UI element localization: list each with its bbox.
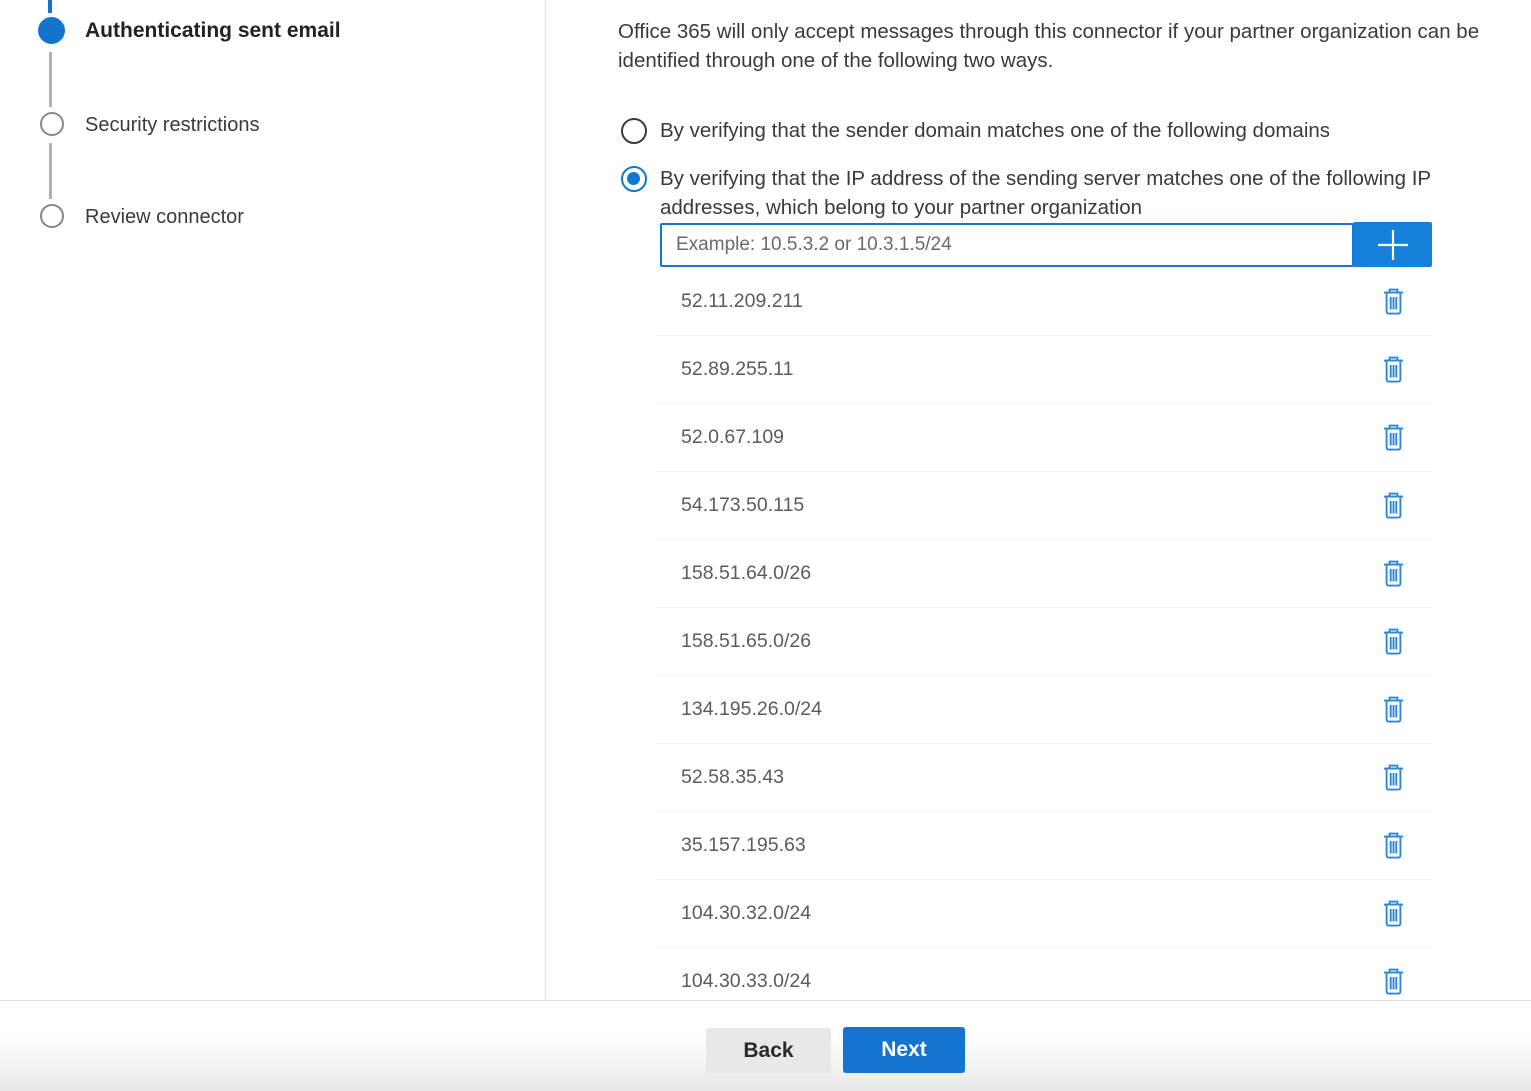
ip-address-input[interactable] (660, 223, 1354, 267)
ip-list-item: 158.51.65.0/26 (656, 608, 1432, 676)
trash-icon (1381, 287, 1406, 316)
delete-ip-button[interactable] (1378, 626, 1408, 658)
ip-address-value: 158.51.65.0/26 (681, 630, 811, 653)
page-description: Office 365 will only accept messages thr… (618, 17, 1530, 75)
delete-ip-button[interactable] (1378, 762, 1408, 794)
stepper-connector-line (49, 52, 52, 107)
trash-icon (1381, 831, 1406, 860)
ip-address-value: 52.11.209.211 (681, 290, 803, 313)
radio-option-label: By verifying that the sender domain matc… (660, 116, 1476, 145)
delete-ip-button[interactable] (1378, 898, 1408, 930)
next-button[interactable]: Next (843, 1027, 965, 1073)
step-upcoming-circle-icon (40, 112, 64, 136)
wizard-stepper-sidebar: Authenticating sent email Security restr… (0, 0, 546, 1000)
ip-address-value: 52.89.255.11 (681, 358, 793, 381)
delete-ip-button[interactable] (1378, 354, 1408, 386)
ip-address-value: 54.173.50.115 (681, 494, 804, 517)
ip-address-list: 52.11.209.211 (656, 268, 1432, 1000)
delete-ip-button[interactable] (1378, 966, 1408, 998)
main-content: Office 365 will only accept messages thr… (547, 0, 1531, 1000)
trash-icon (1381, 695, 1406, 724)
delete-ip-button[interactable] (1378, 558, 1408, 590)
ip-address-value: 104.30.32.0/24 (681, 902, 811, 925)
back-button[interactable]: Back (706, 1028, 831, 1073)
step-authenticating-sent-email[interactable]: Authenticating sent email (85, 18, 341, 44)
ip-list-item: 104.30.33.0/24 (656, 948, 1432, 1000)
ip-address-value: 52.0.67.109 (681, 426, 784, 449)
ip-list-item: 104.30.32.0/24 (656, 880, 1432, 948)
ip-list-item: 52.0.67.109 (656, 404, 1432, 472)
trash-icon (1381, 559, 1406, 588)
radio-option-sender-domain[interactable]: By verifying that the sender domain matc… (618, 116, 1476, 145)
ip-list-item: 52.89.255.11 (656, 336, 1432, 404)
trash-icon (1381, 423, 1406, 452)
ip-list-item: 52.58.35.43 (656, 744, 1432, 812)
delete-ip-button[interactable] (1378, 830, 1408, 862)
ip-address-value: 52.58.35.43 (681, 766, 784, 789)
ip-list-item: 52.11.209.211 (656, 268, 1432, 336)
connector-wizard-screen: Authenticating sent email Security restr… (0, 0, 1531, 1091)
step-active-circle-icon (38, 17, 65, 44)
radio-option-ip-address[interactable]: By verifying that the IP address of the … (618, 164, 1476, 222)
step-review-connector[interactable]: Review connector (85, 204, 244, 230)
ip-address-value: 104.30.33.0/24 (681, 970, 811, 993)
step-security-restrictions[interactable]: Security restrictions (85, 112, 260, 138)
ip-address-value: 158.51.64.0/26 (681, 562, 811, 585)
trash-icon (1381, 763, 1406, 792)
ip-list-item: 158.51.64.0/26 (656, 540, 1432, 608)
ip-list-item: 134.195.26.0/24 (656, 676, 1432, 744)
ip-address-value: 35.157.195.63 (681, 834, 806, 857)
stepper-connector-line (49, 143, 52, 199)
radio-selected-icon[interactable] (621, 166, 647, 192)
trash-icon (1381, 967, 1406, 996)
trash-icon (1381, 899, 1406, 928)
stepper-top-connector (48, 0, 52, 13)
delete-ip-button[interactable] (1378, 694, 1408, 726)
ip-address-value: 134.195.26.0/24 (681, 698, 822, 721)
delete-ip-button[interactable] (1378, 490, 1408, 522)
delete-ip-button[interactable] (1378, 422, 1408, 454)
trash-icon (1381, 355, 1406, 384)
radio-unselected-icon[interactable] (621, 118, 647, 144)
ip-list-item: 54.173.50.115 (656, 472, 1432, 540)
trash-icon (1381, 491, 1406, 520)
radio-option-label: By verifying that the IP address of the … (660, 164, 1476, 222)
trash-icon (1381, 627, 1406, 656)
delete-ip-button[interactable] (1378, 286, 1408, 318)
step-upcoming-circle-icon (40, 204, 64, 228)
wizard-footer: Back Next (0, 1000, 1531, 1091)
plus-icon (1376, 228, 1410, 262)
ip-list-item: 35.157.195.63 (656, 812, 1432, 880)
add-ip-button[interactable] (1353, 222, 1432, 267)
